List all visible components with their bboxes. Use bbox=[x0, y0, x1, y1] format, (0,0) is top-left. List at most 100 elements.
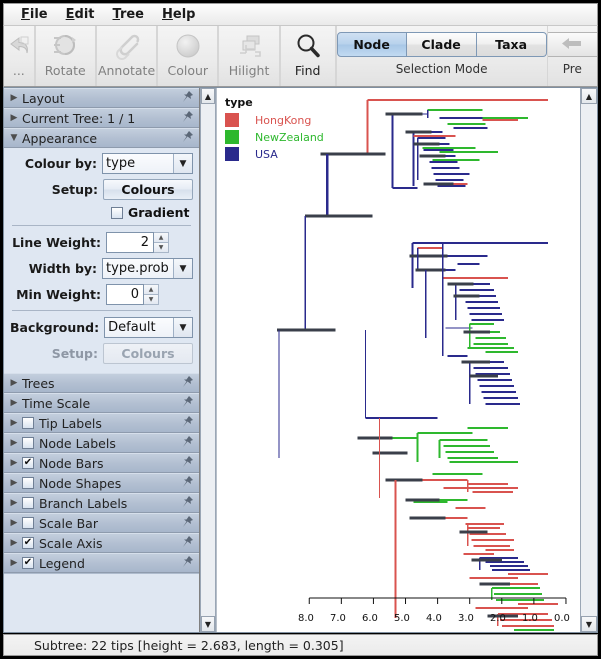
sidebar-item-node-shapes[interactable]: ▶ Node Shapes bbox=[4, 473, 199, 493]
toolbar-button-find[interactable]: Find bbox=[279, 26, 336, 86]
colour-by-label: Colour by: bbox=[24, 156, 98, 171]
menu-help-rest: elp bbox=[172, 6, 196, 22]
tree-scrollbar-track[interactable] bbox=[581, 104, 597, 616]
sidebar-item-node-shapes-label: Node Shapes bbox=[39, 475, 122, 491]
sidebar-item-scale-bar[interactable]: ▶ Scale Bar bbox=[4, 513, 199, 533]
selection-mode-clade[interactable]: Clade bbox=[406, 32, 477, 57]
gradient-checkbox[interactable] bbox=[111, 206, 123, 219]
width-by-value: type.prob bbox=[103, 259, 173, 278]
line-weight-increment[interactable]: ▲ bbox=[154, 232, 169, 242]
tip-labels-checkbox[interactable] bbox=[22, 417, 34, 429]
divider bbox=[12, 310, 191, 311]
scale-bar-checkbox[interactable] bbox=[22, 517, 34, 529]
sidebar-item-layout[interactable]: ▶ Layout bbox=[4, 88, 199, 108]
phylogenetic-tree-canvas[interactable] bbox=[217, 88, 580, 632]
selection-mode-node[interactable]: Node bbox=[336, 32, 407, 57]
divider bbox=[12, 225, 191, 226]
toolbar-button-undo[interactable]: ... bbox=[4, 26, 35, 86]
pin-icon[interactable] bbox=[179, 515, 195, 532]
menu-help[interactable]: Help bbox=[154, 6, 203, 24]
sidebar-item-scale-axis[interactable]: ▶ Scale Axis bbox=[4, 533, 199, 553]
min-weight-value: 0 bbox=[106, 284, 144, 305]
min-weight-increment[interactable]: ▲ bbox=[144, 284, 159, 294]
min-weight-row: Min Weight: 0 ▲ ▼ bbox=[10, 284, 193, 305]
legend-title: type bbox=[225, 96, 253, 109]
sidebar-item-trees[interactable]: ▶ Trees bbox=[4, 373, 199, 393]
scroll-down-icon[interactable]: ▼ bbox=[201, 616, 215, 632]
background-label: Background: bbox=[10, 320, 100, 335]
menu-file-rest: ile bbox=[29, 6, 48, 22]
min-weight-stepper[interactable]: 0 ▲ ▼ bbox=[106, 284, 159, 305]
sidebar-item-tip-labels[interactable]: ▶ Tip Labels bbox=[4, 413, 199, 433]
sidebar-item-legend[interactable]: ▶ Legend bbox=[4, 553, 199, 573]
previous-button[interactable] bbox=[547, 32, 597, 57]
sidebar-item-node-labels-label: Node Labels bbox=[39, 435, 116, 451]
scale-axis bbox=[308, 597, 567, 604]
colours-setup-button[interactable]: Colours bbox=[103, 179, 193, 200]
menu-tree[interactable]: Tree bbox=[105, 6, 153, 24]
axis-tick-label: 2.0 bbox=[490, 613, 506, 624]
pin-icon[interactable] bbox=[179, 495, 195, 512]
pin-icon[interactable] bbox=[179, 415, 195, 432]
tree-view[interactable]: type HongKong NewZealand USA 8.0 7.0 6.0 5.… bbox=[216, 88, 580, 632]
axis-tick-label: 4.0 bbox=[426, 613, 442, 624]
pin-icon[interactable] bbox=[179, 455, 195, 472]
menu-file[interactable]: File bbox=[13, 6, 56, 24]
appearance-panel-body: Colour by: type ▼ Setup: Colours Gradien… bbox=[4, 148, 199, 373]
legend-checkbox[interactable] bbox=[22, 557, 34, 569]
sidebar-item-time-scale[interactable]: ▶ Time Scale bbox=[4, 393, 199, 413]
menu-edit[interactable]: Edit bbox=[58, 6, 103, 24]
sidebar-item-current-tree[interactable]: ▶ Current Tree: 1 / 1 bbox=[4, 108, 199, 128]
sidebar-item-branch-labels[interactable]: ▶ Branch Labels bbox=[4, 493, 199, 513]
node-bars-checkbox[interactable] bbox=[22, 457, 34, 469]
toolbar-button-hilight-label: Hilight bbox=[228, 63, 270, 78]
axis-tick-label: 0.0 bbox=[554, 613, 570, 624]
status-bar: Subtree: 22 tips [height = 2.683, length… bbox=[3, 634, 598, 656]
selection-mode-taxa[interactable]: Taxa bbox=[476, 32, 547, 57]
sidebar-item-node-labels[interactable]: ▶ Node Labels bbox=[4, 433, 199, 453]
background-row: Background: Default ▼ bbox=[10, 317, 193, 338]
scale-axis-checkbox[interactable] bbox=[22, 537, 34, 549]
pin-icon[interactable] bbox=[179, 90, 195, 107]
chevron-down-icon: ▼ bbox=[10, 132, 18, 143]
line-weight-decrement[interactable]: ▼ bbox=[154, 242, 169, 253]
pin-icon[interactable] bbox=[179, 475, 195, 492]
node-shapes-checkbox[interactable] bbox=[22, 477, 34, 489]
line-weight-stepper[interactable]: 2 ▲ ▼ bbox=[106, 232, 169, 253]
undo-icon bbox=[6, 30, 32, 62]
toolbar-button-rotate[interactable]: Rotate bbox=[34, 26, 96, 86]
pin-icon[interactable] bbox=[179, 435, 195, 452]
scroll-down-icon[interactable]: ▼ bbox=[581, 616, 597, 632]
pin-icon[interactable] bbox=[179, 130, 195, 147]
pin-icon[interactable] bbox=[179, 110, 195, 127]
setup-row-1: Setup: Colours bbox=[10, 179, 193, 200]
tree-scrollbar[interactable]: ▲ ▼ bbox=[580, 88, 597, 632]
setup-label-1: Setup: bbox=[51, 182, 98, 197]
chevron-right-icon: ▶ bbox=[10, 112, 18, 123]
colour-by-select[interactable]: type ▼ bbox=[102, 153, 193, 174]
sidebar-item-node-bars[interactable]: ▶ Node Bars bbox=[4, 453, 199, 473]
toolbar-button-colour[interactable]: Colour bbox=[157, 26, 219, 86]
toolbar-button-hilight[interactable]: Hilight bbox=[218, 26, 280, 86]
toolbar-button-annotate[interactable]: Annotate bbox=[95, 26, 158, 86]
min-weight-decrement[interactable]: ▼ bbox=[144, 294, 159, 305]
pin-icon[interactable] bbox=[179, 375, 195, 392]
scroll-up-icon[interactable]: ▲ bbox=[201, 88, 215, 104]
sidebar-scrollbar-track[interactable] bbox=[201, 104, 215, 616]
scroll-up-icon[interactable]: ▲ bbox=[581, 88, 597, 104]
branch-labels-checkbox[interactable] bbox=[22, 497, 34, 509]
toolbar-button-find-label: Find bbox=[294, 63, 321, 78]
sidebar-scrollbar[interactable]: ▲ ▼ bbox=[200, 88, 216, 632]
background-colours-button[interactable]: Colours bbox=[103, 343, 193, 364]
chevron-right-icon: ▶ bbox=[10, 477, 18, 488]
background-value: Default bbox=[105, 318, 173, 337]
pin-icon[interactable] bbox=[179, 395, 195, 412]
node-labels-checkbox[interactable] bbox=[22, 437, 34, 449]
colour-by-value: type bbox=[103, 154, 173, 173]
pin-icon[interactable] bbox=[179, 535, 195, 552]
pin-icon[interactable] bbox=[179, 555, 195, 572]
sidebar-item-appearance[interactable]: ▼ Appearance bbox=[4, 128, 199, 148]
sidebar-item-time-scale-label: Time Scale bbox=[22, 395, 91, 411]
background-select[interactable]: Default ▼ bbox=[104, 317, 193, 338]
width-by-select[interactable]: type.prob ▼ bbox=[102, 258, 193, 279]
